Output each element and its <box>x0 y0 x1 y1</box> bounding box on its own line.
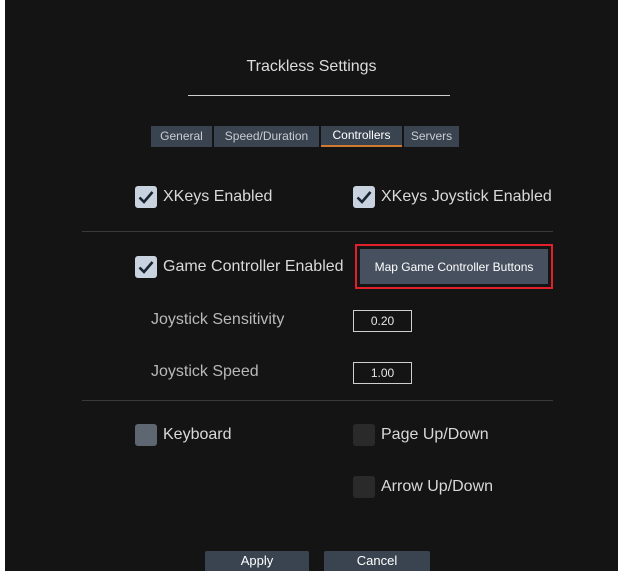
tab-speed-duration[interactable]: Speed/Duration <box>214 126 319 147</box>
checkmark-icon <box>138 191 154 204</box>
apply-button[interactable]: Apply <box>205 551 309 571</box>
keyboard-checkbox[interactable] <box>135 424 157 446</box>
game-controller-checkbox[interactable] <box>135 256 157 278</box>
arrow-up-down-label: Arrow Up/Down <box>381 478 494 495</box>
game-controller-label: Game Controller Enabled <box>163 258 344 275</box>
checkmark-icon <box>356 191 372 204</box>
tab-servers[interactable]: Servers <box>404 126 459 147</box>
tab-controllers[interactable]: Controllers <box>321 126 402 147</box>
joystick-sensitivity-input[interactable] <box>353 310 412 332</box>
map-game-controller-buttons-button[interactable]: Map Game Controller Buttons <box>360 249 548 284</box>
xkeys-joystick-checkbox[interactable] <box>353 186 375 208</box>
page-up-down-checkbox[interactable] <box>353 424 375 446</box>
settings-dialog: Trackless Settings General Speed/Duratio… <box>5 0 618 571</box>
keyboard-label: Keyboard <box>163 426 232 443</box>
dialog-title: Trackless Settings <box>246 58 377 75</box>
tab-general[interactable]: General <box>151 126 212 147</box>
map-game-controller-buttons-highlight: Map Game Controller Buttons <box>355 244 553 289</box>
section-divider <box>82 400 553 401</box>
xkeys-joystick-label: XKeys Joystick Enabled <box>381 188 552 205</box>
joystick-speed-input[interactable] <box>353 362 412 384</box>
cancel-button[interactable]: Cancel <box>324 551 430 571</box>
arrow-up-down-checkbox[interactable] <box>353 476 375 498</box>
arrow-up-down-row[interactable]: Arrow Up/Down <box>353 476 493 498</box>
keyboard-row[interactable]: Keyboard <box>135 424 232 446</box>
xkeys-joystick-row[interactable]: XKeys Joystick Enabled <box>353 186 552 208</box>
xkeys-enabled-row[interactable]: XKeys Enabled <box>135 186 272 208</box>
xkeys-enabled-label: XKeys Enabled <box>163 188 273 205</box>
title-divider <box>188 95 450 96</box>
xkeys-enabled-checkbox[interactable] <box>135 186 157 208</box>
tab-bar: General Speed/Duration Controllers Serve… <box>151 126 461 147</box>
joystick-speed-label: Joystick Speed <box>151 363 259 380</box>
section-divider <box>82 231 553 232</box>
joystick-sensitivity-label: Joystick Sensitivity <box>151 311 285 328</box>
page-up-down-label: Page Up/Down <box>381 426 489 443</box>
game-controller-row[interactable]: Game Controller Enabled <box>135 256 344 278</box>
page-up-down-row[interactable]: Page Up/Down <box>353 424 489 446</box>
checkmark-icon <box>138 261 154 274</box>
